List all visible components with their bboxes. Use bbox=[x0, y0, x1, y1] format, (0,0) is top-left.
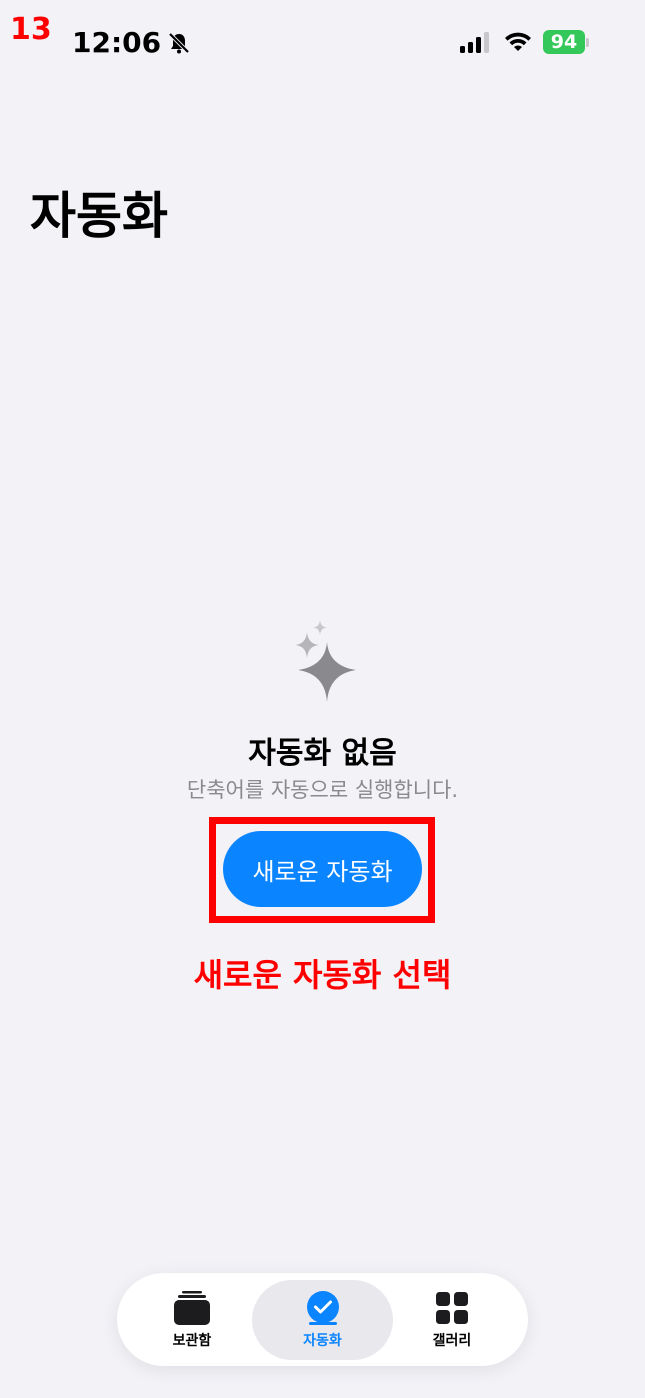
step-number-annotation: 13 bbox=[10, 12, 52, 47]
battery-level: 94 bbox=[543, 30, 585, 54]
tab-automation[interactable]: 자동화 bbox=[252, 1280, 393, 1360]
status-bar-right: 94 bbox=[459, 30, 589, 54]
battery-cap bbox=[586, 37, 589, 47]
empty-state-title: 자동화 없음 bbox=[248, 736, 397, 771]
automation-screen: 13 12:06 94 자동화 자동화 없음 단축어를 자동으로 실행합니다. … bbox=[0, 0, 645, 1398]
tab-bar: 보관함 자동화 갤러리 bbox=[117, 1273, 528, 1366]
tab-gallery-label: 갤러리 bbox=[432, 1332, 472, 1349]
battery-charging-icon: 94 bbox=[543, 30, 589, 54]
gallery-grid-icon bbox=[436, 1291, 468, 1324]
tab-gallery[interactable]: 갤러리 bbox=[387, 1273, 517, 1366]
library-stack-icon bbox=[174, 1290, 210, 1325]
page-title: 자동화 bbox=[30, 187, 168, 245]
new-automation-button[interactable]: 새로운 자동화 bbox=[223, 831, 422, 907]
empty-state-subtitle: 단축어를 자동으로 실행합니다. bbox=[186, 778, 459, 802]
tab-automation-label: 자동화 bbox=[303, 1333, 342, 1349]
automation-check-icon bbox=[306, 1291, 339, 1325]
tab-library-label: 보관함 bbox=[172, 1332, 212, 1349]
status-bar-time: 12:06 bbox=[72, 26, 191, 59]
bell-slash-icon bbox=[168, 32, 190, 53]
wifi-icon bbox=[505, 32, 531, 51]
clock-text: 12:06 bbox=[72, 26, 162, 59]
tab-library[interactable]: 보관함 bbox=[127, 1273, 257, 1366]
sparkles-icon bbox=[295, 620, 356, 702]
instruction-annotation: 새로운 자동화 선택 bbox=[193, 956, 452, 994]
signal-icon bbox=[460, 32, 489, 53]
